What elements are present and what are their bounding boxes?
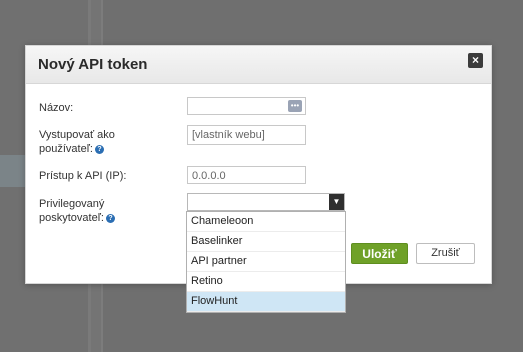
dropdown-option[interactable]: Chameleoon [187, 212, 345, 232]
close-button[interactable]: × [468, 53, 483, 68]
owner-input[interactable]: [vlastník webu] [187, 125, 306, 145]
owner-label-line1: Vystupovať ako [39, 129, 115, 141]
provider-label-line1: Privilegovaný [39, 198, 105, 210]
dropdown-option-selected[interactable]: FlowHunt [187, 292, 345, 312]
ip-value: 0.0.0.0 [192, 170, 226, 182]
owner-placeholder: [vlastník webu] [192, 129, 265, 141]
name-input[interactable]: ••• [187, 97, 306, 115]
provider-select[interactable]: ▼ [187, 193, 345, 211]
save-button[interactable]: Uložiť [351, 243, 408, 264]
owner-label-line2: používateľ: [39, 143, 93, 155]
ip-label: Prístup k API (IP): [39, 170, 127, 182]
password-dots-icon[interactable]: ••• [288, 100, 302, 112]
dropdown-option[interactable]: Retino [187, 272, 345, 292]
provider-label: Privilegovaný poskytovateľ:? [39, 197, 115, 225]
dropdown-option[interactable]: API partner [187, 252, 345, 272]
owner-label: Vystupovať ako používateľ:? [39, 128, 115, 156]
chevron-down-icon[interactable]: ▼ [329, 194, 344, 210]
dropdown-option[interactable]: Baselinker [187, 232, 345, 252]
ip-input[interactable]: 0.0.0.0 [187, 166, 306, 184]
name-label: Názov: [39, 102, 74, 114]
provider-dropdown-list: Chameleoon Baselinker API partner Retino… [186, 211, 346, 313]
dialog-title: Nový API token [38, 56, 148, 73]
provider-label-line2: poskytovateľ: [39, 212, 104, 224]
dialog-header: Nový API token × [26, 46, 491, 84]
help-icon[interactable]: ? [94, 144, 104, 154]
cancel-button[interactable]: Zrušiť [416, 243, 475, 264]
help-icon[interactable]: ? [105, 213, 115, 223]
close-icon: × [471, 53, 479, 67]
